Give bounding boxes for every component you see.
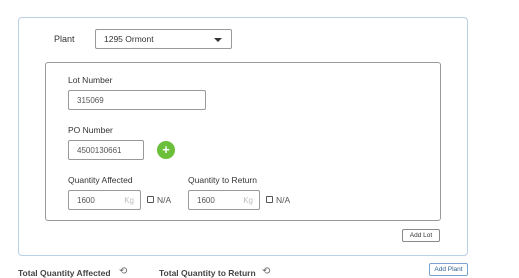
quantity-to-return-value: 1600 <box>197 196 215 205</box>
quantity-to-return-label: Quantity to Return <box>188 175 257 185</box>
quantity-affected-input[interactable]: 1600 Kg <box>68 190 141 210</box>
lot-number-value: 315069 <box>77 96 104 105</box>
history-icon[interactable]: ⟲ <box>119 266 127 277</box>
quantity-to-return-na-checkbox[interactable] <box>266 196 273 203</box>
plant-select[interactable]: 1295 Ormont <box>95 29 232 49</box>
add-plant-button[interactable]: Add Plant <box>429 263 468 276</box>
quantity-to-return-na-label: N/A <box>276 195 291 205</box>
quantity-affected-na-checkbox[interactable] <box>147 196 154 203</box>
quantity-affected-label: Quantity Affected <box>68 175 133 185</box>
quantity-to-return-input[interactable]: 1600 Kg <box>188 190 260 210</box>
quantity-affected-value: 1600 <box>77 196 95 205</box>
quantity-affected-unit: Kg <box>124 196 134 205</box>
total-quantity-to-return-label: Total Quantity to Return <box>159 268 256 278</box>
po-number-label: PO Number <box>68 125 113 135</box>
chevron-down-icon <box>214 38 222 42</box>
total-quantity-affected-label: Total Quantity Affected <box>18 268 111 278</box>
plant-label: Plant <box>54 34 75 44</box>
po-number-input[interactable]: 4500130661 <box>68 140 144 160</box>
quantity-affected-na-label: N/A <box>157 195 172 205</box>
lot-number-input[interactable]: 315069 <box>68 90 206 110</box>
quantity-to-return-unit: Kg <box>243 196 253 205</box>
add-po-button[interactable]: + <box>157 141 175 159</box>
history-icon[interactable]: ⟲ <box>262 266 270 277</box>
add-lot-button[interactable]: Add Lot <box>402 229 440 242</box>
plant-select-value: 1295 Ormont <box>104 34 154 44</box>
po-number-value: 4500130661 <box>77 146 122 155</box>
lot-number-label: Lot Number <box>68 75 113 85</box>
plus-icon: + <box>162 142 170 157</box>
